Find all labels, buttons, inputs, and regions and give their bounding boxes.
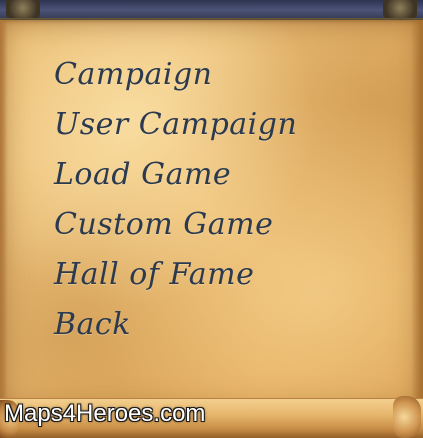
menu-item-custom-game[interactable]: Custom Game <box>54 202 297 252</box>
main-menu-list: Campaign User Campaign Load Game Custom … <box>54 52 297 352</box>
menu-item-hall-of-fame[interactable]: Hall of Fame <box>54 252 297 302</box>
menu-item-campaign[interactable]: Campaign <box>54 52 297 102</box>
menu-item-user-campaign[interactable]: User Campaign <box>54 102 297 152</box>
parchment-edge-right <box>411 20 423 412</box>
parchment-edge-left <box>0 20 8 412</box>
frame-ornament-left-icon <box>6 0 40 20</box>
main-menu-screen: Campaign User Campaign Load Game Custom … <box>0 0 423 438</box>
scroll-curl-right-icon <box>393 396 421 438</box>
site-watermark: Maps4Heroes.com <box>4 400 206 427</box>
menu-item-back[interactable]: Back <box>54 302 297 352</box>
frame-ornament-right-icon <box>383 0 417 20</box>
menu-item-load-game[interactable]: Load Game <box>54 152 297 202</box>
